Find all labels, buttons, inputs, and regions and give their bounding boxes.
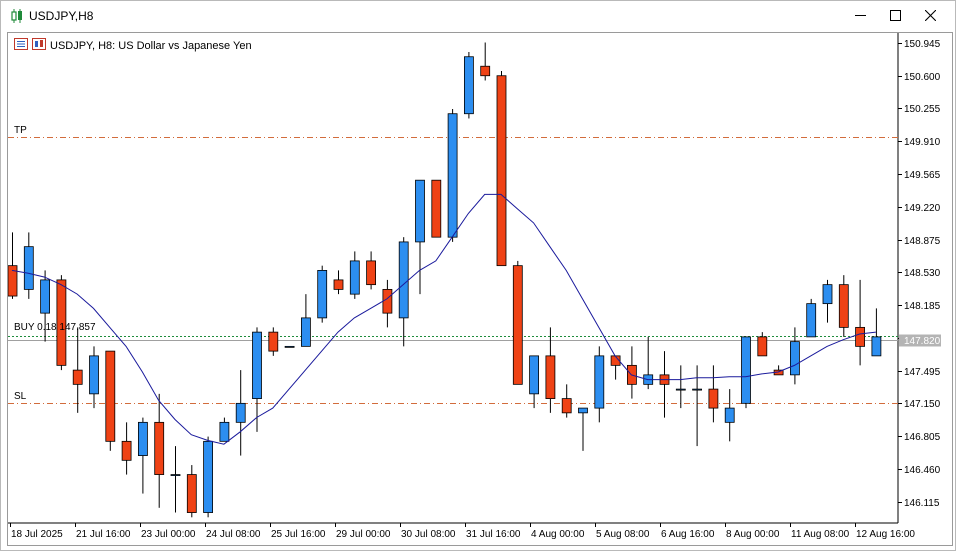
bear-candle	[545, 355, 556, 400]
bear-candle	[105, 350, 116, 442]
bull-candle	[40, 279, 50, 314]
tp-level-label: TP	[14, 124, 27, 136]
bull-candle	[871, 336, 882, 357]
y-tick-label: 146.460	[904, 465, 941, 476]
buy-position-label: BUY 0.18 147.857	[14, 321, 96, 333]
x-tick-label: 4 Aug 00:00	[531, 529, 585, 540]
maximize-button[interactable]	[878, 5, 912, 29]
bear-candle	[838, 284, 849, 328]
y-tick-label: 150.945	[904, 39, 941, 50]
y-tick-label: 147.150	[904, 399, 941, 410]
bull-candle	[89, 355, 99, 395]
y-tick-label: 149.910	[904, 137, 941, 148]
bull-candle	[790, 341, 800, 376]
bull-candle	[741, 336, 751, 404]
bull-candle	[806, 303, 817, 338]
bull-candle	[137, 421, 148, 456]
x-tick-label: 23 Jul 00:00	[141, 529, 196, 540]
bull-candle	[463, 56, 474, 115]
x-tick-label: 25 Jul 16:00	[271, 529, 326, 540]
bull-candle	[724, 407, 735, 423]
bull-candle	[252, 331, 262, 400]
chart-window: USDJPY,H8 150.945 150.600 150.255 149.910 14…	[0, 0, 956, 551]
bear-candle	[333, 279, 344, 290]
bull-candle	[219, 421, 230, 442]
y-tick-label: 146.115	[904, 498, 940, 509]
bear-candle	[855, 326, 865, 347]
price-chart[interactable]: 150.945 150.600 150.255 149.910 149.565 149.2…	[8, 33, 950, 543]
bull-candle	[578, 407, 588, 414]
bull-candle	[349, 260, 360, 295]
bull-candle	[203, 440, 214, 513]
bear-candle	[121, 440, 132, 461]
x-tick-label: 11 Aug 08:00	[791, 529, 850, 540]
x-tick-label: 24 Jul 08:00	[206, 529, 261, 540]
window-title: USDJPY,H8	[29, 9, 94, 23]
close-icon	[924, 9, 936, 24]
x-tick-label: 12 Aug 16:00	[856, 529, 915, 540]
bull-candle	[447, 113, 458, 238]
bear-candle	[561, 398, 572, 414]
bull-candle	[415, 179, 425, 243]
x-tick-label: 31 Jul 16:00	[466, 529, 521, 540]
y-tick-label: 148.530	[904, 268, 941, 279]
chart-header: USDJPY, H8: US Dollar vs Japanese Yen	[14, 38, 252, 53]
bear-candle	[757, 336, 768, 357]
x-tick-label: 5 Aug 08:00	[596, 529, 650, 540]
y-tick-label: 147.495	[904, 367, 941, 378]
title-bar[interactable]: USDJPY,H8	[1, 1, 955, 32]
y-tick-label: 148.185	[904, 301, 941, 312]
bear-candle	[512, 265, 523, 385]
close-button[interactable]	[913, 5, 947, 29]
bull-candle	[398, 241, 409, 319]
bull-candle	[300, 317, 311, 347]
bull-candle	[594, 355, 605, 409]
bull-candle	[692, 388, 702, 391]
y-tick-label: 150.255	[904, 104, 941, 115]
minimize-icon	[854, 10, 866, 24]
x-tick-label: 30 Jul 08:00	[401, 529, 456, 540]
candlestick-chart-icon	[11, 9, 24, 26]
x-tick-label: 21 Jul 16:00	[76, 529, 131, 540]
bear-candle	[268, 331, 279, 352]
bear-candle	[154, 421, 165, 475]
bull-candle	[317, 270, 328, 319]
bear-candle	[366, 260, 377, 286]
x-tick-label: 8 Aug 00:00	[726, 529, 780, 540]
y-tick-label: 148.875	[904, 236, 941, 247]
sl-level-label: SL	[14, 390, 27, 402]
chart-symbol-description: USDJPY, H8: US Dollar vs Japanese Yen	[50, 39, 252, 52]
x-tick-label: 18 Jul 2025	[11, 529, 63, 540]
bull-candle	[822, 284, 833, 305]
bid-price-tag-label: 147.820	[904, 336, 941, 347]
chart-area[interactable]: 150.945 150.600 150.255 149.910 149.565 149.2…	[7, 32, 953, 546]
bear-candle	[382, 288, 393, 314]
bear-candle	[186, 474, 197, 513]
bear-candle	[496, 75, 507, 267]
bull-candle	[284, 345, 295, 348]
bull-candle	[23, 246, 34, 290]
y-tick-label: 150.600	[904, 72, 941, 83]
y-tick-label: 149.565	[904, 170, 941, 181]
chart-properties-icon[interactable]	[32, 38, 46, 53]
bull-candle	[529, 355, 539, 395]
bear-candle	[480, 65, 491, 77]
bull-candle	[170, 474, 181, 476]
bear-candle	[72, 369, 83, 385]
x-tick-label: 29 Jul 00:00	[336, 529, 391, 540]
indicator-list-icon[interactable]	[14, 38, 28, 53]
minimize-button[interactable]	[843, 5, 877, 29]
bear-candle	[708, 388, 719, 409]
bull-candle	[675, 388, 686, 391]
y-tick-label: 149.220	[904, 203, 941, 214]
maximize-icon	[889, 10, 901, 24]
y-tick-label: 146.805	[904, 432, 941, 443]
bear-candle	[431, 179, 442, 238]
bull-candle	[235, 402, 246, 423]
x-tick-label: 6 Aug 16:00	[661, 529, 715, 540]
